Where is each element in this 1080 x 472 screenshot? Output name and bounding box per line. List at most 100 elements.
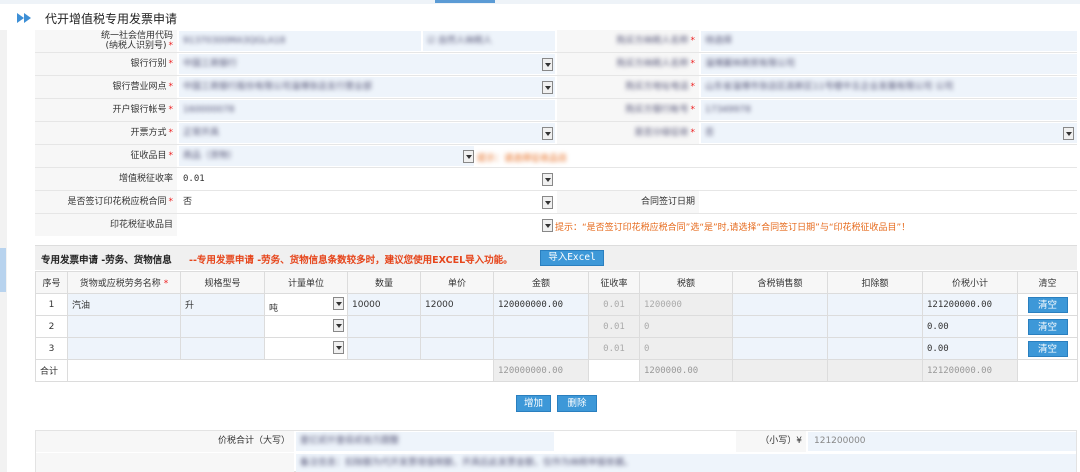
row-gross-input[interactable] <box>732 315 828 338</box>
buyer-address-label: 购买方地址电话 * <box>557 76 699 98</box>
row-deduct-input[interactable] <box>827 337 923 360</box>
buyer-address-field[interactable]: 山东省淄博市张店区高新区11号楼中五企业发展有限公司 公司 <box>701 77 1077 97</box>
contract-date-label: 合同签订日期 <box>557 191 699 213</box>
row-name-input[interactable] <box>67 337 181 360</box>
account-label: 开户银行帐号 * <box>35 99 177 121</box>
clear-button[interactable]: 清空 <box>1027 318 1068 335</box>
row-spec-input[interactable] <box>180 337 265 360</box>
row-qty-input[interactable] <box>347 315 421 338</box>
row-subtotal: 0.00 <box>922 315 1018 338</box>
clear-button[interactable]: 清空 <box>1027 340 1068 357</box>
buyer-name-field[interactable]: 待选择 <box>701 31 1077 51</box>
graded-levy-label: 是否分级征收 * <box>557 122 699 144</box>
stamp-contract-select[interactable]: 否 <box>179 192 555 212</box>
add-row-button[interactable]: 增加 <box>516 395 551 412</box>
levy-item-select[interactable]: 商品（货物） <box>179 146 474 166</box>
table-header-row: 序号 货物或应税劳务名称 * 规格型号 计量单位 数量 单价 金额 征收率 税额… <box>35 271 1078 294</box>
row-spec-input[interactable] <box>180 315 265 338</box>
stamp-item-label: 印花税征收品目 <box>35 214 177 236</box>
vat-rate-dropdown-arrow-icon[interactable] <box>542 173 553 186</box>
goods-table: 序号 货物或应税劳务名称 * 规格型号 计量单位 数量 单价 金额 征收率 税额… <box>35 271 1078 382</box>
graded-levy-dropdown-arrow-icon[interactable] <box>1063 127 1074 140</box>
form-row-method: 开票方式 * 正常开具 是否分级征收 * 否 <box>35 122 1077 145</box>
col-spec: 规格型号 <box>180 271 265 294</box>
clear-button[interactable]: 清空 <box>1027 296 1068 313</box>
form-row-stamp-item: 印花税征收品目 提示：“是否签订印花税应税合同”选“是”时,请选择“合同签订日期… <box>35 214 1077 237</box>
top-accent <box>435 0 495 3</box>
form-row-account: 开户银行帐号 * 160000078 购买方银行帐号 * 17349978 <box>35 99 1077 122</box>
page-header: 代开增值税专用发票申请 <box>0 4 1080 30</box>
row-price-input[interactable] <box>420 315 494 338</box>
stamp-item-select[interactable] <box>179 215 555 235</box>
vat-rate-select[interactable]: 0.01 <box>179 169 555 189</box>
remark-field[interactable]: 备注信息：扣除额为代开发票增值税额，开具后此发票金额，仅作为纳税申报依据。 <box>296 454 1076 472</box>
form-row-credit-code: 统一社会信用代码 (纳税人识别号) * 91370300MA3QGLA18 ☑ 自… <box>35 30 1077 53</box>
total-lower-field: 121200000 <box>808 432 1076 451</box>
row-unit-select[interactable]: 吨 <box>264 293 348 316</box>
row-price-input[interactable] <box>420 337 494 360</box>
delete-row-button[interactable]: 删除 <box>557 395 597 412</box>
row-amount-input[interactable] <box>493 315 589 338</box>
branch-label: 银行营业网点 * <box>35 76 177 98</box>
row-amount-input[interactable]: 120000000.00 <box>493 293 589 316</box>
stamp-contract-label: 是否签订印花税应税合同 * <box>35 191 177 213</box>
stamp-contract-hint: 提示：“是否签订印花税应税合同”选“是”时,请选择“合同签订日期”与“印花税征收… <box>555 223 911 233</box>
row-unit-select[interactable] <box>264 315 348 338</box>
row-clear-cell: 清空 <box>1017 315 1078 338</box>
total-lower-label: （小写）¥ <box>736 431 806 452</box>
row-name-input[interactable] <box>67 315 181 338</box>
buyer-company-field[interactable]: 淄博翼林商贸有限公司 <box>701 54 1077 74</box>
total-subtotal: 121200000.00 <box>922 359 1018 382</box>
row-deduct-input[interactable] <box>827 293 923 316</box>
row-amount-input[interactable] <box>493 337 589 360</box>
col-gross: 含税销售额 <box>732 271 828 294</box>
bank-dropdown-arrow-icon[interactable] <box>542 58 553 71</box>
graded-levy-select[interactable]: 否 <box>701 123 1077 143</box>
branch-dropdown-arrow-icon[interactable] <box>542 81 553 94</box>
total-upper-field: 壹亿贰仟壹佰贰拾万圆整 <box>296 432 554 451</box>
invoice-method-select[interactable]: 正常开具 <box>179 123 555 143</box>
row-qty-input[interactable] <box>347 337 421 360</box>
method-dropdown-arrow-icon[interactable] <box>542 127 553 140</box>
levy-item-label: 征收品目 * <box>35 145 177 167</box>
row-spec-input[interactable]: 升 <box>180 293 265 316</box>
total-label: 合计 <box>35 359 68 382</box>
account-field[interactable]: 160000078 <box>179 100 555 120</box>
unit-dropdown-arrow-icon[interactable] <box>333 297 344 310</box>
row-deduct-input[interactable] <box>827 315 923 338</box>
table-total-row: 合计 120000000.00 1200000.00 121200000.00 <box>35 359 1078 382</box>
stamp-item-dropdown-arrow-icon[interactable] <box>542 219 553 232</box>
remark-label <box>36 453 294 472</box>
row-qty-input[interactable]: 10000 <box>347 293 421 316</box>
row-clear-cell: 清空 <box>1017 293 1078 316</box>
row-price-input[interactable]: 12000 <box>420 293 494 316</box>
unit-dropdown-arrow-icon[interactable] <box>333 319 344 332</box>
table-row: 3 0.01 0 0.00 清空 <box>35 337 1078 360</box>
total-clear-empty <box>1017 359 1078 382</box>
levy-item-dropdown-arrow-icon[interactable] <box>463 150 474 163</box>
import-excel-button[interactable]: 导入Excel <box>540 250 604 266</box>
total-summary: 价税合计（大写） 壹亿贰仟壹佰贰拾万圆整 （小写）¥ 121200000 备注信… <box>35 430 1077 472</box>
col-amount: 金额 <box>493 271 589 294</box>
row-rate: 0.01 <box>588 337 640 360</box>
row-rate: 0.01 <box>588 315 640 338</box>
branch-select[interactable]: 中国工商银行股份有限公司淄博张店支行营业部 <box>179 77 555 97</box>
unit-dropdown-arrow-icon[interactable] <box>333 341 344 354</box>
contract-date-input[interactable] <box>701 192 1077 212</box>
total-tax: 1200000.00 <box>639 359 733 382</box>
bank-select[interactable]: 中国工商银行 <box>179 54 555 74</box>
row-tax: 0 <box>639 315 733 338</box>
col-subtotal: 价税小计 <box>922 271 1018 294</box>
row-gross-input[interactable] <box>732 337 828 360</box>
sidebar-collapse-handle[interactable] <box>0 248 6 292</box>
buyer-name-label-2: 购买方纳税人名称 * <box>557 53 699 75</box>
credit-code-label: 统一社会信用代码 (纳税人识别号) * <box>35 30 177 52</box>
row-name-input[interactable]: 汽油 <box>67 293 181 316</box>
buyer-account-field[interactable]: 17349978 <box>701 100 1077 120</box>
stamp-contract-dropdown-arrow-icon[interactable] <box>542 196 553 209</box>
credit-code-field[interactable]: 91370300MA3QGLA18 <box>179 31 421 51</box>
row-clear-cell: 清空 <box>1017 337 1078 360</box>
row-unit-select[interactable] <box>264 337 348 360</box>
row-gross-input[interactable] <box>732 293 828 316</box>
natural-person-checkbox[interactable]: ☑ 自然人纳税人 <box>423 31 555 51</box>
